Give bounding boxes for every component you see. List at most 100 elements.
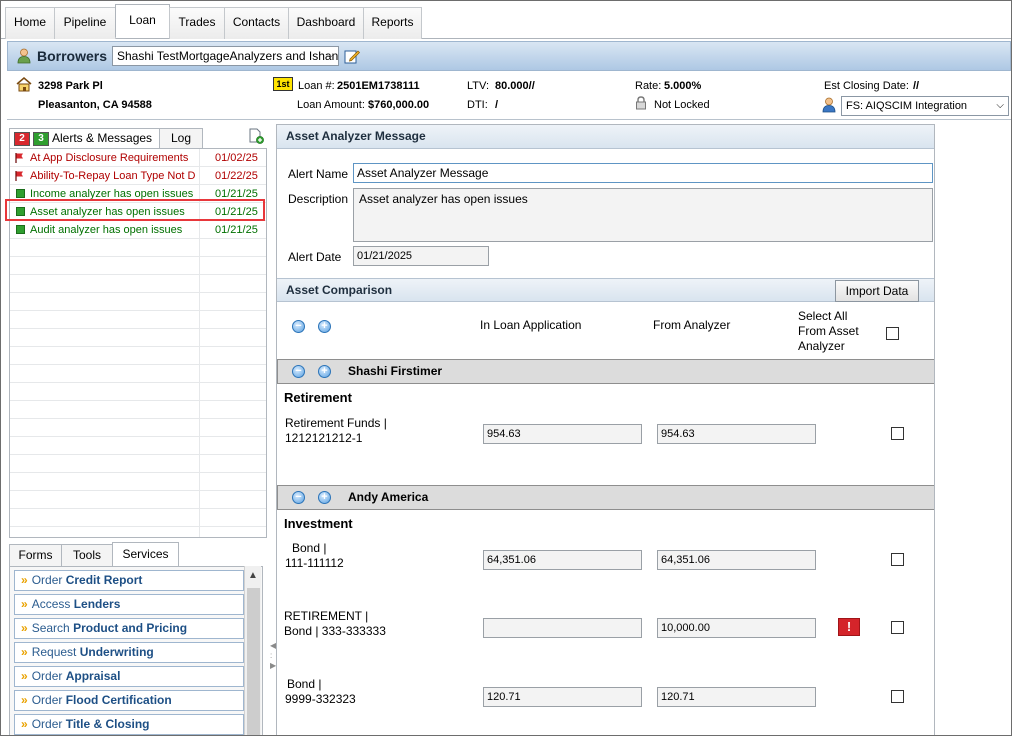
asset-select-checkbox[interactable] [891,621,904,634]
message-icon [16,225,25,234]
ltv-label: LTV: [467,80,490,92]
rate-label: Rate: [635,80,662,92]
tab-log[interactable]: Log [159,128,203,149]
lock-status: Not Locked [654,99,710,111]
loan-number-label: Loan #: [298,80,335,92]
exclamation-icon[interactable]: ! [838,618,860,636]
bottom-tabs: Forms Tools Services [9,542,267,567]
assignee-select[interactable]: FS: AIQSCIM Integration ⌵ [841,96,1009,116]
loan-application-value[interactable]: 64,351.06 [483,550,642,570]
chevron-down-icon: ⌵ [996,100,1004,111]
lien-position-badge: 1st [273,77,293,91]
services-list: » Order Credit Report » Access Lenders » Se… [9,566,263,735]
scroll-thumb[interactable] [247,588,260,735]
empty-row [10,275,266,293]
service-search-product-pricing[interactable]: » Search Product and Pricing [14,618,244,639]
asset-item-label: Bond | 9999-332323 [285,677,356,707]
tab-trades[interactable]: Trades [169,7,225,39]
asset-item-line2: Bond | 333-333333 [284,624,386,638]
borrower-name: Shashi Firstimer [348,364,443,378]
tab-forms[interactable]: Forms [9,544,62,567]
select-all-checkbox[interactable] [886,327,899,340]
plus-circle-icon[interactable]: + [318,491,331,504]
edit-pencil-icon[interactable] [344,48,360,64]
minus-circle-icon[interactable]: − [292,320,305,333]
empty-row [10,401,266,419]
asset-select-checkbox[interactable] [891,553,904,566]
scroll-up-icon[interactable]: ▲ [248,570,258,581]
tab-tools[interactable]: Tools [61,544,113,567]
loan-application-value[interactable] [483,618,642,638]
double-chevron-icon: » [21,717,28,731]
select-all-label-3: Analyzer [798,339,845,353]
minus-circle-icon[interactable]: − [292,365,305,378]
analyzer-value[interactable]: 120.71 [657,687,816,707]
double-chevron-icon: » [21,669,28,683]
double-chevron-icon: » [21,645,28,659]
borrower-name: Andy America [348,490,429,504]
service-verb: Search [31,621,70,635]
alert-date-field[interactable]: 01/21/2025 [353,246,489,266]
house-icon [16,77,32,92]
message-row[interactable]: Audit analyzer has open issues 01/21/25 [10,221,266,239]
plus-circle-icon[interactable]: + [318,365,331,378]
alert-name-field[interactable]: Asset Analyzer Message [353,163,933,183]
analyzer-value[interactable]: 954.63 [657,424,816,444]
message-date: 01/21/25 [215,224,258,236]
tab-pipeline[interactable]: Pipeline [54,7,116,39]
analyzer-value[interactable]: 64,351.06 [657,550,816,570]
asset-item-line1: RETIREMENT | [284,609,369,623]
services-scrollbar[interactable]: ▲ [244,566,261,735]
double-chevron-icon: » [21,597,28,611]
borrower-select[interactable]: Shashi TestMortgageAnalyzers and Ishan ⌵ [112,46,339,66]
service-verb: Access [31,597,71,611]
service-verb: Order [31,717,63,731]
double-chevron-icon: » [21,693,28,707]
double-chevron-icon: » [21,573,28,587]
plus-circle-icon[interactable]: + [318,320,331,333]
service-access-lenders[interactable]: » Access Lenders [14,594,244,615]
tab-loan[interactable]: Loan [115,4,170,37]
service-name: Product and Pricing [73,621,188,635]
asset-item-line1: Bond | [292,541,327,555]
tab-dashboard[interactable]: Dashboard [288,7,364,39]
service-order-flood-certification[interactable]: » Order Flood Certification [14,690,244,711]
tab-home[interactable]: Home [5,7,55,39]
description-field[interactable]: Asset analyzer has open issues [353,188,933,242]
asset-item-line1: Retirement Funds | [285,416,387,430]
panel-splitter[interactable]: ◀: ▶ [269,126,276,735]
service-order-credit-report[interactable]: » Order Credit Report [14,570,244,591]
tab-reports[interactable]: Reports [363,7,422,39]
borrower-group-header: − + Andy America [277,485,934,510]
tab-alerts-messages[interactable]: 2 3 Alerts & Messages [9,128,160,149]
loan-summary: 3298 Park Pl Pleasanton, CA 94588 1st Lo… [7,72,1011,120]
asset-select-checkbox[interactable] [891,427,904,440]
add-document-icon[interactable] [249,128,264,144]
empty-row [10,293,266,311]
service-order-appraisal[interactable]: » Order Appraisal [14,666,244,687]
asset-select-checkbox[interactable] [891,690,904,703]
select-all-label-2: From Asset [798,324,859,338]
ltv-value: 80.000// [495,80,535,92]
minus-circle-icon[interactable]: − [292,491,305,504]
service-order-title-closing[interactable]: » Order Title & Closing [14,714,244,735]
double-chevron-icon: » [21,621,28,635]
asset-item-line2: 9999-332323 [285,692,356,706]
asset-item-line2: 1212121212-1 [285,431,363,445]
loan-application-value[interactable]: 954.63 [483,424,642,444]
borrowers-title: Borrowers [37,48,108,64]
service-request-underwriting[interactable]: » Request Underwriting [14,642,244,663]
alert-row[interactable]: At App Disclosure Requirements 01/02/25 [10,149,266,167]
alert-date: 01/02/25 [215,152,258,164]
import-data-button[interactable]: Import Data [835,280,919,302]
top-nav: Home Pipeline Loan Trades Contacts Dashb… [1,1,1011,39]
assignee-select-value: FS: AIQSCIM Integration [846,100,968,112]
analyzer-value[interactable]: 10,000.00 [657,618,816,638]
loan-application-value[interactable]: 120.71 [483,687,642,707]
tab-services[interactable]: Services [112,542,179,567]
alert-row[interactable]: Ability-To-Repay Loan Type Not D 01/22/2… [10,167,266,185]
empty-row [10,347,266,365]
tab-contacts[interactable]: Contacts [224,7,289,39]
empty-row [10,509,266,527]
borrowers-bar: Borrowers Shashi TestMortgageAnalyzers a… [7,41,1011,71]
